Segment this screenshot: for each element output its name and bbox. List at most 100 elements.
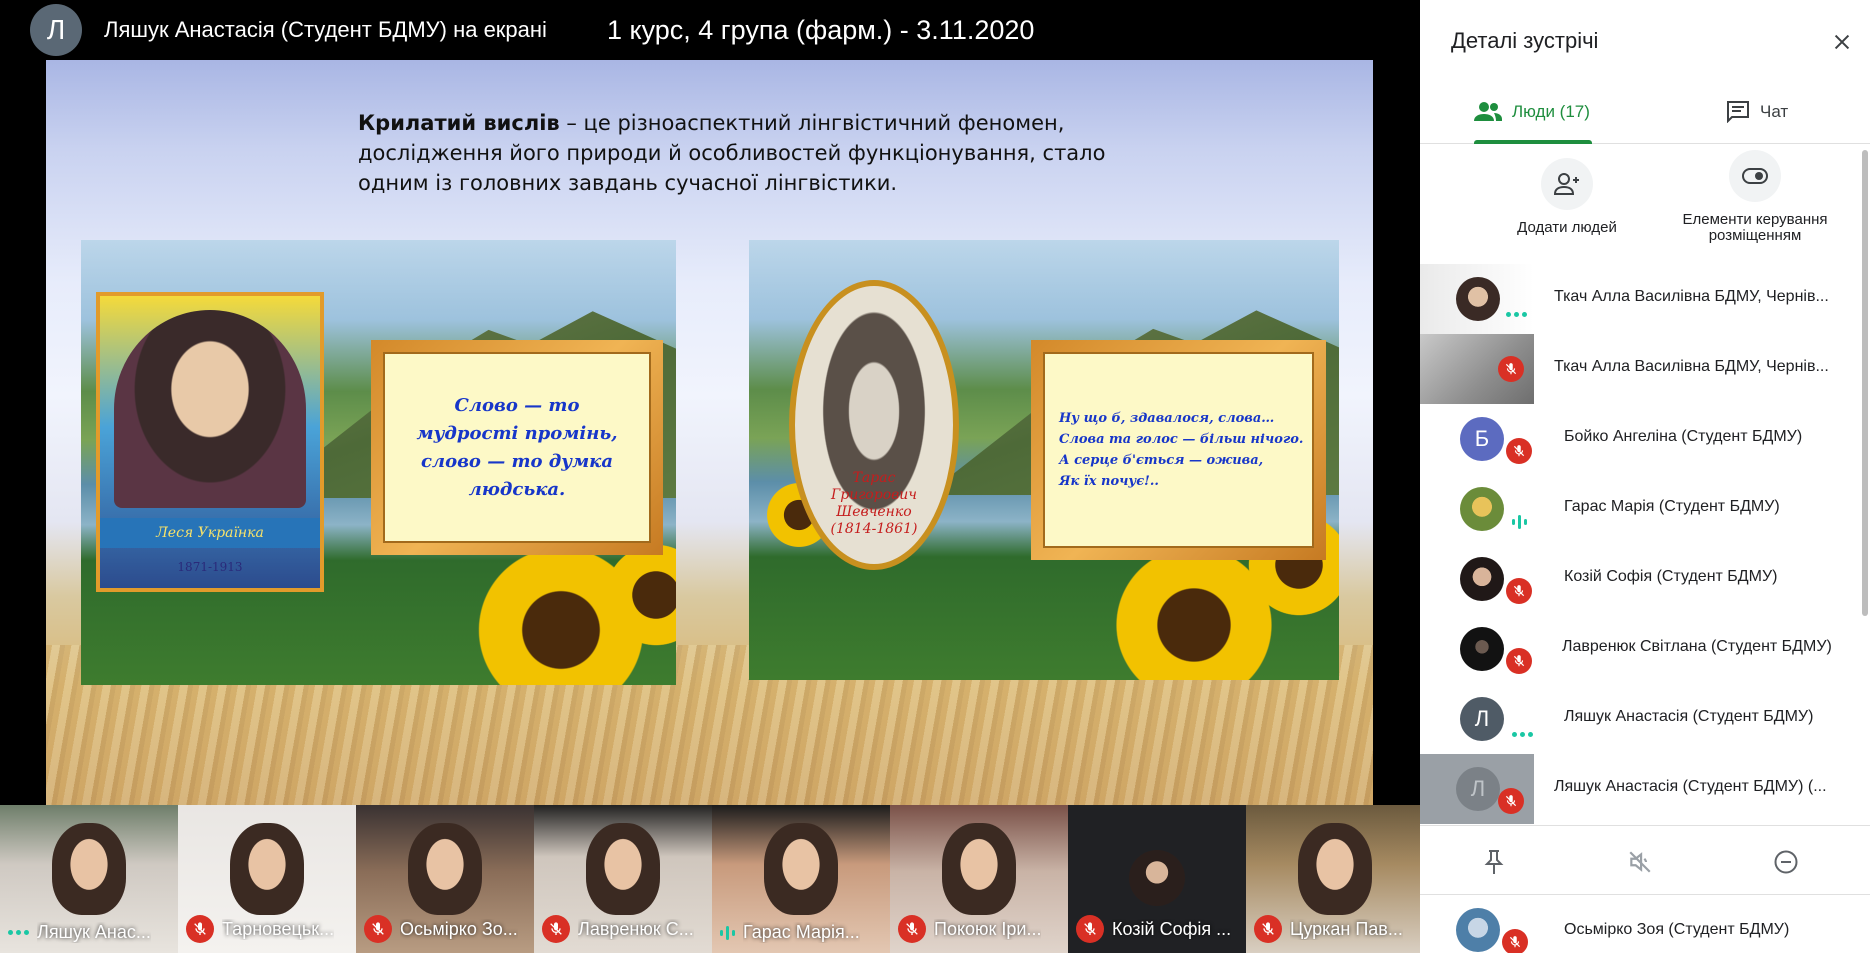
quote-line: А серце б'ється — ожива, [1059, 453, 1264, 468]
caption-line: Шевченко [836, 504, 912, 520]
list-item[interactable]: Лавренюк Світлана (Студент БДМУ) [1420, 614, 1860, 684]
list-item[interactable]: Козій Софія (Студент БДМУ) [1420, 544, 1860, 614]
participant-tile[interactable]: Гарас Марія... [712, 805, 890, 953]
participant-video [586, 823, 660, 915]
participant-video [942, 823, 1016, 915]
avatar: Б [1460, 417, 1504, 461]
avatar [1456, 277, 1500, 321]
presenter-avatar: Л [30, 4, 82, 56]
tab-chat-label: Чат [1760, 102, 1789, 121]
participant-tile[interactable]: Покоюк Іри... [890, 805, 1068, 953]
avatar [1460, 487, 1504, 531]
people-icon [1474, 102, 1502, 121]
list-item[interactable]: Л Ляшук Анастасія (Студент БДМУ) [1420, 684, 1860, 754]
speaking-indicator-icon [1506, 312, 1527, 317]
participant-video [408, 823, 482, 915]
participant-name: Бойко Ангеліна (Студент БДМУ) [1564, 428, 1803, 445]
list-item[interactable]: Л Ляшук Анастасія (Студент БДМУ) (... [1420, 754, 1860, 824]
avatar [1460, 557, 1504, 601]
mic-off-icon [898, 915, 926, 943]
left-card-landscape: Леся Українка 1871-1913 Слово — то мудро… [81, 240, 676, 685]
participant-name: Гарас Марія (Студент БДМУ) [1564, 498, 1780, 515]
mic-off-icon [1254, 915, 1282, 943]
definition-term: Крилатий вислів [358, 111, 560, 135]
add-person-icon [1554, 173, 1579, 195]
list-item[interactable]: Ткач Алла Василівна БДМУ, Чернів... [1420, 334, 1860, 404]
people-list-scrollbar[interactable] [1862, 150, 1868, 616]
list-item[interactable]: Б Бойко Ангеліна (Студент БДМУ) [1420, 404, 1860, 474]
right-quote-frame: Ну що б, здавалося, слова… Слова та голо… [1031, 340, 1326, 560]
mic-off-icon [1506, 578, 1532, 604]
participant-tile[interactable]: Лавренюк С... [534, 805, 712, 953]
mic-off-icon [1506, 648, 1532, 674]
meeting-title: 1 курс, 4 група (фарм.) - 3.11.2020 [606, 14, 1035, 45]
avatar [1456, 908, 1500, 952]
quote-line: Ну що б, здавалося, слова… [1059, 411, 1275, 426]
volume-off-icon [1629, 851, 1651, 873]
avatar: Л [1460, 697, 1504, 741]
panel-tabs: Люди (17) Чат [1420, 80, 1870, 144]
mic-off-icon [542, 915, 570, 943]
participant-name: Ляшук Анас... [37, 922, 151, 942]
participant-name: Ткач Алла Василівна БДМУ, Чернів... [1554, 288, 1829, 305]
pin-icon [1484, 850, 1504, 874]
close-icon [1834, 34, 1850, 50]
mic-off-icon [1076, 915, 1104, 943]
list-item[interactable]: Ткач Алла Василівна БДМУ, Чернів... [1420, 264, 1860, 334]
participant-video [52, 823, 126, 915]
tab-people[interactable]: Люди (17) [1474, 80, 1592, 144]
participant-tile[interactable]: Ляшук Анас... [0, 805, 178, 953]
tab-chat[interactable]: Чат [1726, 80, 1788, 144]
close-panel-button[interactable] [1824, 24, 1860, 60]
participant-controls [1420, 825, 1870, 895]
participant-name: Козій Софія (Студент БДМУ) [1564, 568, 1778, 585]
right-card-landscape: Тарас Григорович Шевченко (1814-1861) Ну… [749, 240, 1339, 680]
participant-tile[interactable]: Козій Софія ... [1068, 805, 1246, 953]
lesya-ukrainka-portrait: Леся Українка 1871-1913 [96, 292, 324, 592]
presentation-slide: Крилатий вислів – це різноаспектний лінг… [46, 60, 1373, 805]
panel-title: Деталі зустрічі [1451, 28, 1599, 53]
pin-button[interactable] [1480, 848, 1508, 876]
participant-tile[interactable]: Цуркан Пав... [1246, 805, 1420, 953]
participant-name: Ляшук Анастасія (Студент БДМУ) [1564, 708, 1814, 725]
participant-video [1298, 823, 1372, 915]
participant-tile[interactable]: Осьмірко Зо... [356, 805, 534, 953]
right-quote: Ну що б, здавалося, слова… Слова та голо… [1043, 352, 1314, 548]
add-people-button[interactable]: Додати людей [1492, 158, 1642, 236]
participant-video [230, 823, 304, 915]
chat-icon [1727, 101, 1749, 123]
participant-tile[interactable]: Тарновецьк... [178, 805, 356, 953]
people-list: Ткач Алла Василівна БДМУ, Чернів... Ткач… [1420, 264, 1860, 824]
mic-off-icon [1498, 788, 1524, 814]
avatar: Л [1456, 767, 1500, 811]
mic-off-icon [1502, 929, 1528, 953]
list-item[interactable]: Гарас Марія (Студент БДМУ) [1420, 474, 1860, 544]
left-quote: Слово — то мудрості промінь, слово — то … [383, 352, 651, 543]
add-people-label: Додати людей [1517, 219, 1617, 236]
meeting-details-panel: Деталі зустрічі Люди (17) Чат Додати люд [1420, 0, 1870, 953]
meet-window: Л Ляшук Анастасія (Студент БДМУ) на екра… [0, 0, 1870, 953]
participant-name: Осьмірко Зо... [400, 918, 518, 939]
layout-controls-label: Елементи керування розміщенням [1682, 211, 1828, 244]
participant-name: Ляшук Анастасія (Студент БДМУ) (... [1554, 778, 1827, 795]
mic-off-icon [364, 915, 392, 943]
mute-button[interactable] [1626, 848, 1654, 876]
caption-line: Тарас Григорович [830, 470, 918, 503]
portrait-years: 1871-1913 [177, 560, 243, 574]
avatar [1460, 627, 1504, 671]
speaking-indicator-icon [8, 930, 29, 935]
participant-filmstrip: Ляшук Анас... Тарновецьк... Осьмірко Зо.… [0, 805, 1420, 953]
participant-name: Тарновецьк... [222, 918, 335, 939]
participant-video [764, 823, 838, 915]
participant-name: Козій Софія ... [1112, 918, 1232, 939]
panel-header: Деталі зустрічі [1420, 0, 1870, 80]
mic-off-icon [1506, 438, 1532, 464]
active-tab-indicator [1474, 140, 1592, 144]
participant-name: Цуркан Пав... [1290, 918, 1403, 939]
slide-definition: Крилатий вислів – це різноаспектний лінг… [358, 108, 1118, 198]
shevchenko-caption: Тарас Григорович Шевченко (1814-1861) [809, 470, 939, 538]
layout-controls-button[interactable]: Елементи керування розміщенням [1680, 150, 1830, 244]
remove-participant-button[interactable] [1772, 848, 1800, 876]
participant-name: Покоюк Іри... [934, 918, 1042, 939]
list-item[interactable]: Осьмірко Зоя (Студент БДМУ) [1420, 895, 1870, 953]
